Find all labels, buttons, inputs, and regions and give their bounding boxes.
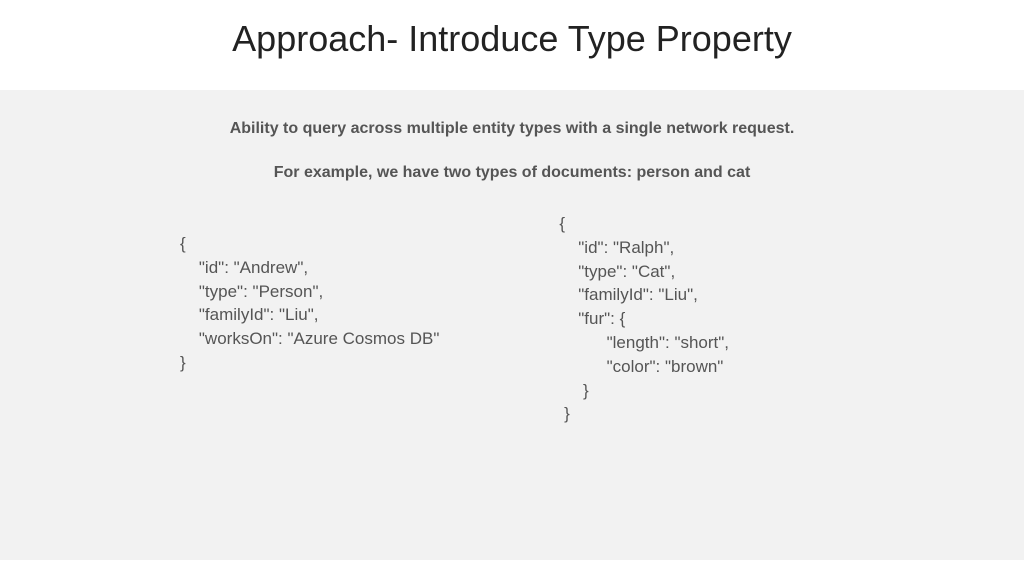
slide-header: Approach- Introduce Type Property: [0, 0, 1024, 90]
slide-content: Ability to query across multiple entity …: [0, 90, 1024, 560]
subtitle-secondary: For example, we have two types of docume…: [0, 164, 1024, 182]
code-example-person: { "id": "Andrew", "type": "Person", "fam…: [180, 232, 439, 426]
code-example-cat: { "id": "Ralph", "type": "Cat", "familyI…: [559, 212, 729, 426]
subtitle-primary: Ability to query across multiple entity …: [0, 120, 1024, 138]
slide-title: Approach- Introduce Type Property: [0, 18, 1024, 60]
code-examples-row: { "id": "Andrew", "type": "Person", "fam…: [0, 232, 1024, 426]
